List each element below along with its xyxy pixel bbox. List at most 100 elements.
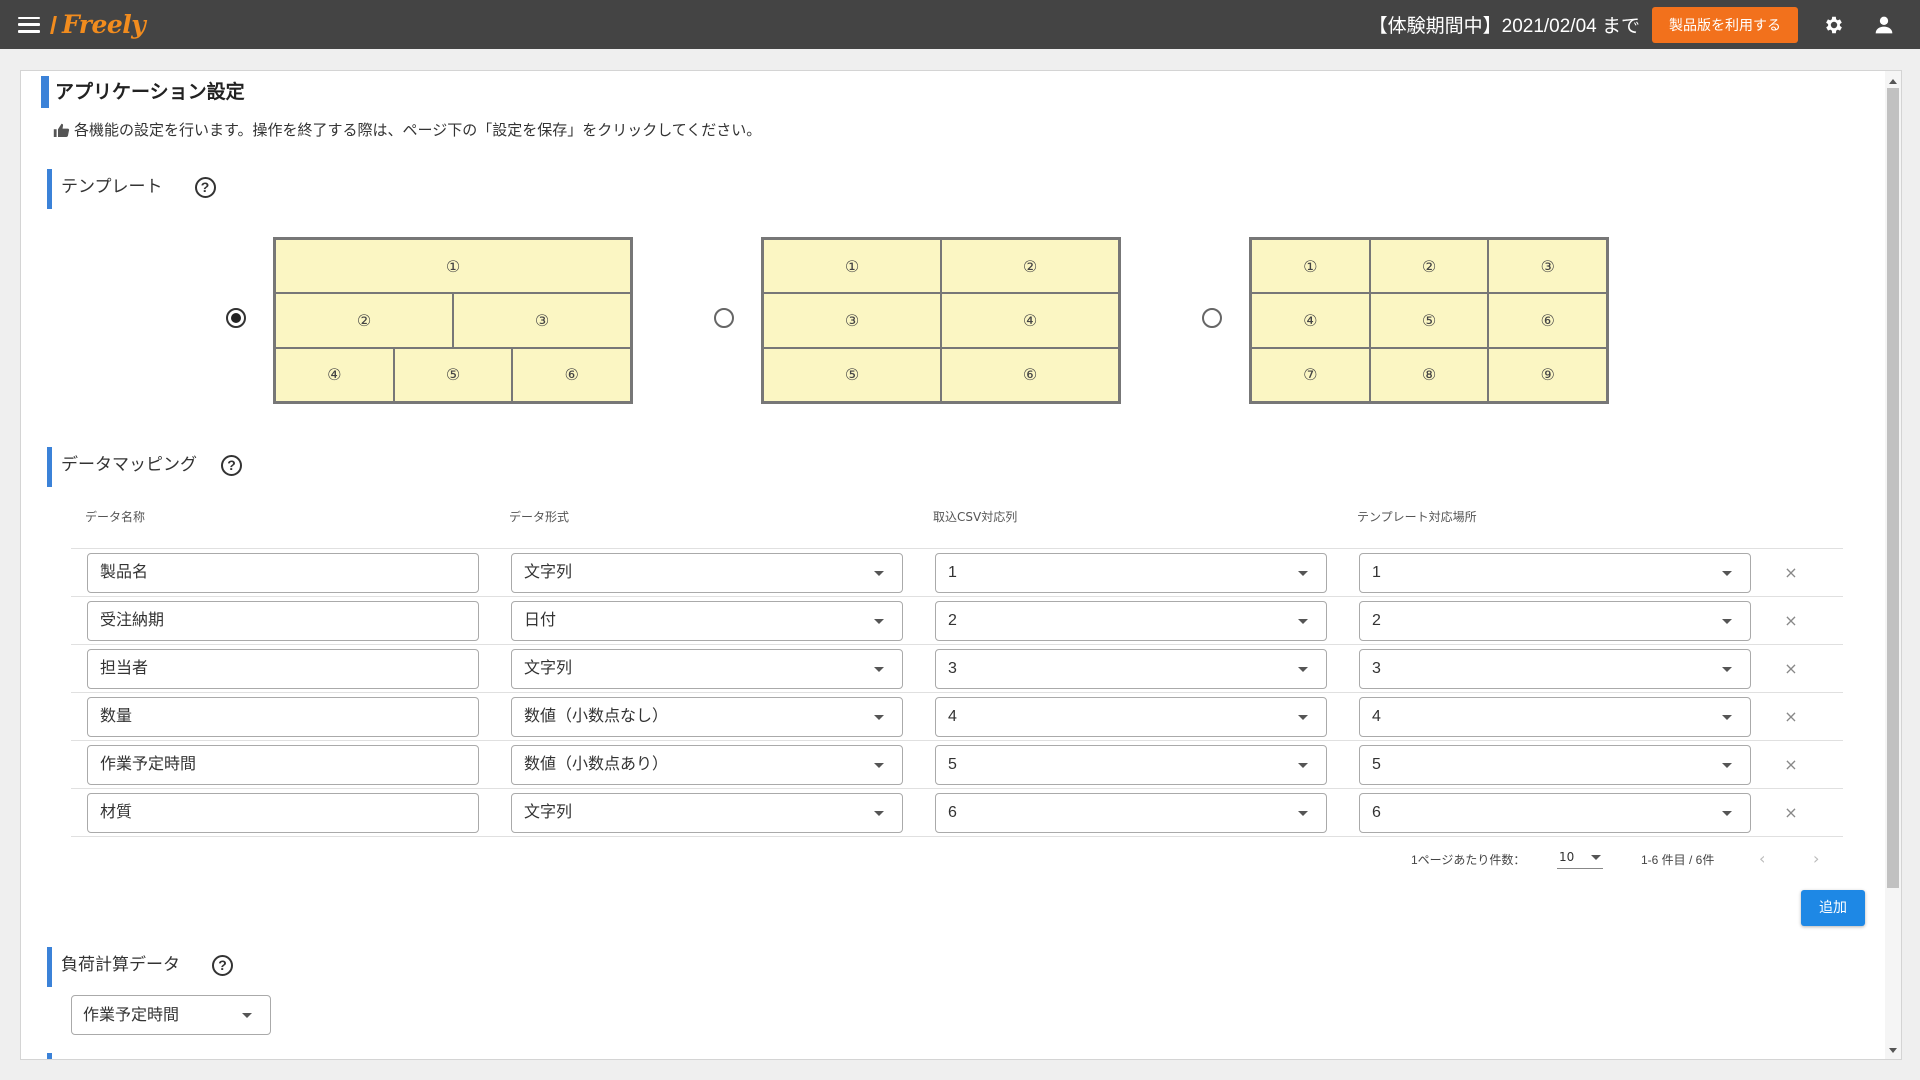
pagination-range: 1-6 件目 / 6件 [1641, 853, 1715, 867]
table-divider [71, 788, 1843, 789]
add-row-button[interactable]: 追加 [1801, 890, 1865, 926]
column-header-csv: 取込CSV対応列 [933, 510, 1018, 524]
data-name-input[interactable]: 製品名 [87, 553, 479, 593]
column-header-template: テンプレート対応場所 [1357, 510, 1477, 524]
delete-row-icon[interactable]: × [1781, 659, 1801, 679]
template-cell: ⑤ [764, 348, 942, 401]
scrollbar[interactable] [1885, 71, 1901, 1059]
column-header-name: データ名称 [85, 510, 146, 524]
use-product-button[interactable]: 製品版を利用する [1652, 6, 1798, 43]
template-cell: ⑥ [564, 365, 579, 385]
menu-icon[interactable] [18, 16, 40, 33]
app-logo[interactable]: Freely [50, 10, 146, 39]
template-row: ①② [764, 240, 1118, 295]
template-cell: ③ [764, 294, 942, 347]
data-format-select[interactable]: 数値（小数点なし） [511, 697, 903, 737]
template-cell: ⑧ [1371, 348, 1490, 401]
template-location-select[interactable]: 6 [1359, 793, 1751, 833]
template-row: ⑦⑧ ⑨ [1252, 348, 1606, 401]
template-location-select[interactable]: 5 [1359, 745, 1751, 785]
template-option-radio[interactable] [714, 308, 734, 328]
template-cell: ② [276, 294, 454, 347]
template-cell: ④ [276, 348, 395, 401]
delete-row-icon[interactable]: × [1781, 611, 1801, 631]
scroll-up-arrow[interactable] [1889, 79, 1897, 84]
delete-row-icon[interactable]: × [1781, 803, 1801, 823]
table-divider [71, 596, 1843, 597]
template-row: ⑤⑥ [764, 348, 1118, 401]
data-format-select[interactable]: 文字列 [511, 649, 903, 689]
gear-icon[interactable] [1820, 11, 1848, 39]
template-row: ① [276, 240, 630, 295]
data-name-input[interactable]: 担当者 [87, 649, 479, 689]
per-page-label: 1ページあたり件数： [1411, 853, 1526, 867]
template-layout-preview[interactable]: ①②③④⑤⑥ [761, 237, 1121, 404]
template-cell: ④ [1022, 310, 1038, 330]
radio-button[interactable] [1202, 308, 1222, 328]
page-title: アプリケーション設定 [41, 76, 245, 108]
template-cell: ③ [534, 310, 550, 330]
csv-column-select[interactable]: 5 [935, 745, 1327, 785]
mapping-section-title: データマッピング ? [47, 447, 242, 487]
logo-text: Freely [62, 10, 146, 39]
table-divider [71, 740, 1843, 741]
template-option-radio[interactable] [226, 308, 246, 328]
template-row: ④⑤ ⑥ [276, 348, 630, 401]
data-format-select[interactable]: 数値（小数点あり） [511, 745, 903, 785]
template-cell: ⑤ [1371, 294, 1490, 347]
csv-column-select[interactable]: 6 [935, 793, 1327, 833]
template-section-title: テンプレート ? [47, 169, 216, 209]
prev-page-button[interactable]: ‹ [1759, 849, 1765, 868]
next-page-button[interactable]: › [1813, 849, 1819, 868]
template-row: ③④ [764, 294, 1118, 349]
top-app-bar: Freely 【体験期間中】2021/02/04 まで 製品版を利用する [0, 0, 1920, 49]
data-format-select[interactable]: 文字列 [511, 553, 903, 593]
page-description: 各機能の設定を行います。操作を終了する際は、ページ下の「設定を保存」をクリックし… [53, 119, 761, 140]
table-divider [71, 836, 1843, 837]
data-name-input[interactable]: 数量 [87, 697, 479, 737]
csv-column-select[interactable]: 1 [935, 553, 1327, 593]
csv-column-select[interactable]: 3 [935, 649, 1327, 689]
scroll-thumb[interactable] [1887, 88, 1899, 888]
template-cell: ① [445, 256, 461, 276]
trial-period-text: 【体験期間中】2021/02/04 まで [1368, 16, 1640, 37]
template-location-select[interactable]: 3 [1359, 649, 1751, 689]
scroll-down-arrow[interactable] [1889, 1048, 1897, 1053]
data-name-input[interactable]: 受注納期 [87, 601, 479, 641]
template-location-select[interactable]: 4 [1359, 697, 1751, 737]
csv-column-select[interactable]: 2 [935, 601, 1327, 641]
delete-row-icon[interactable]: × [1781, 707, 1801, 727]
template-location-select[interactable]: 1 [1359, 553, 1751, 593]
template-row: ④⑤ ⑥ [1252, 294, 1606, 349]
page-description-text: 各機能の設定を行います。操作を終了する際は、ページ下の「設定を保存」をクリックし… [74, 121, 762, 139]
template-layout-preview[interactable]: ① ② ③ ④⑤⑥ [273, 237, 633, 404]
data-name-input[interactable]: 材質 [87, 793, 479, 833]
per-page-select[interactable]: 10 [1557, 847, 1603, 869]
section-marker [47, 1053, 52, 1059]
template-option-radio[interactable] [1202, 308, 1222, 328]
data-name-input[interactable]: 作業予定時間 [87, 745, 479, 785]
template-title-text: テンプレート [61, 177, 163, 197]
template-location-select[interactable]: 2 [1359, 601, 1751, 641]
user-icon[interactable] [1870, 11, 1898, 39]
radio-button[interactable] [714, 308, 734, 328]
table-divider [71, 548, 1843, 549]
template-cell: ⑦ [1252, 348, 1371, 401]
table-divider [71, 644, 1843, 645]
help-icon[interactable]: ? [212, 955, 233, 976]
column-header-format: データ形式 [509, 510, 570, 524]
data-format-select[interactable]: 文字列 [511, 793, 903, 833]
mapping-title-text: データマッピング [61, 455, 197, 475]
load-data-select[interactable]: 作業予定時間 [71, 995, 271, 1035]
csv-column-select[interactable]: 4 [935, 697, 1327, 737]
template-row: ①② ③ [1252, 240, 1606, 295]
delete-row-icon[interactable]: × [1781, 755, 1801, 775]
help-icon[interactable]: ? [221, 455, 242, 476]
data-format-select[interactable]: 日付 [511, 601, 903, 641]
radio-button[interactable] [226, 308, 246, 328]
template-cell: ② [1022, 256, 1038, 276]
template-layout-preview[interactable]: ①② ③ ④⑤ ⑥ ⑦⑧ ⑨ [1249, 237, 1609, 404]
delete-row-icon[interactable]: × [1781, 563, 1801, 583]
template-cell: ⑥ [1540, 310, 1555, 330]
help-icon[interactable]: ? [194, 177, 216, 198]
